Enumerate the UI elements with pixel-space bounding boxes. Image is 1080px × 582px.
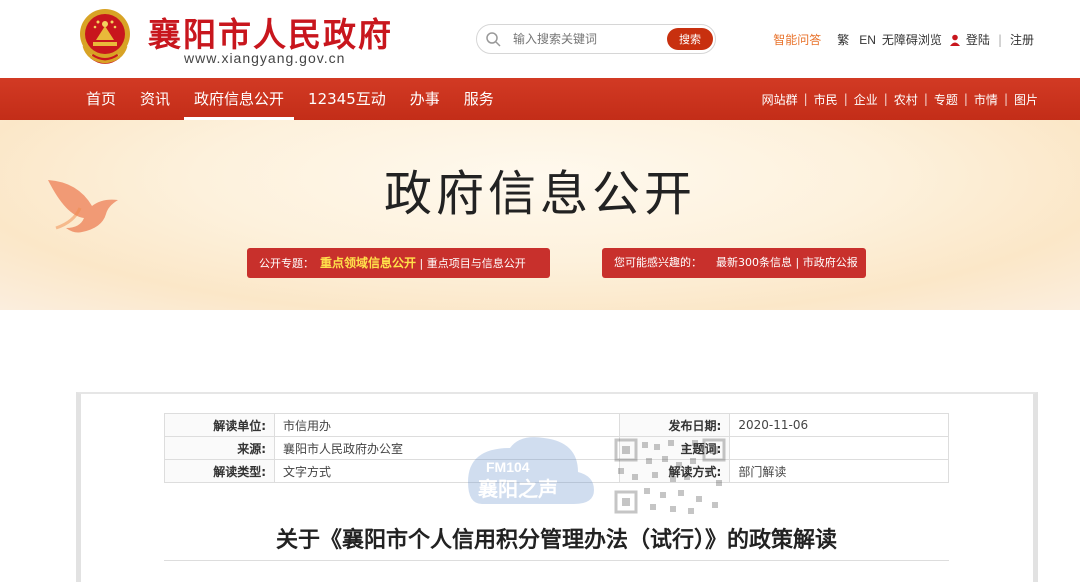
- topic-label: 公开专题：: [259, 257, 314, 270]
- qr-code-watermark: [614, 438, 726, 514]
- nav-separator: |: [803, 92, 808, 106]
- nav-secondary: 网站群 | 市民 | 企业 | 农村 | 专题 | 市情 | 图片: [762, 78, 1038, 120]
- site-header: 襄阳市人民政府 www.xiangyang.gov.cn 搜索 智能问答 繁 E…: [0, 0, 1080, 78]
- meta-key: 发布日期:: [619, 413, 731, 437]
- nav-item-home[interactable]: 首页: [86, 78, 116, 120]
- nav-item-services[interactable]: 服务: [464, 78, 494, 120]
- topic-rest-link[interactable]: | 重点项目与信息公开: [420, 257, 526, 270]
- meta-value: 部门解读: [729, 459, 949, 483]
- article-title: 关于《襄阳市个人信用积分管理办法（试行）》的政策解读: [275, 528, 837, 553]
- nav-separator: |: [1003, 92, 1008, 106]
- nav-link-site-group[interactable]: 网站群: [762, 91, 798, 108]
- meta-value: 2020-11-06: [729, 413, 949, 437]
- watermark-line2: 襄阳之声: [477, 477, 558, 501]
- search-button[interactable]: 搜索: [667, 28, 713, 50]
- traditional-chinese-link[interactable]: 繁: [837, 31, 849, 48]
- nav-primary: 首页 资讯 政府信息公开 12345互动 办事 服务: [86, 78, 518, 120]
- english-link[interactable]: EN: [859, 33, 876, 47]
- banner: 政府信息公开 公开专题： 重点领域信息公开 | 重点项目与信息公开 您可能感兴趣的…: [0, 120, 1080, 310]
- link-separator: |: [997, 32, 1002, 47]
- nav-link-business[interactable]: 企业: [854, 91, 878, 108]
- nav-item-news[interactable]: 资讯: [140, 78, 170, 120]
- nav-link-city-info[interactable]: 市情: [974, 91, 998, 108]
- interest-pill: 您可能感兴趣的： 最新300条信息 | 市政府公报: [602, 248, 866, 278]
- nav-separator: |: [843, 92, 848, 106]
- nav-link-topics[interactable]: 专题: [934, 91, 958, 108]
- nav-link-images[interactable]: 图片: [1014, 91, 1038, 108]
- title-divider: [164, 560, 949, 561]
- nav-separator: |: [883, 92, 888, 106]
- watermark-line1: FM104: [486, 459, 530, 475]
- nav-link-rural[interactable]: 农村: [894, 91, 918, 108]
- nav-link-citizens[interactable]: 市民: [814, 91, 838, 108]
- meta-value: [729, 436, 949, 460]
- national-emblem-icon[interactable]: [76, 6, 134, 68]
- search-icon: [486, 32, 501, 47]
- meta-key: 解读单位:: [164, 413, 275, 437]
- spacer: [0, 310, 1080, 390]
- accessibility-link[interactable]: 无障碍浏览: [882, 31, 942, 48]
- nav-separator: |: [963, 92, 968, 106]
- register-link[interactable]: 注册: [1010, 31, 1034, 48]
- top-links: 智能问答 繁 EN 无障碍浏览 登陆 | 注册: [773, 31, 1034, 48]
- banner-title: 政府信息公开: [383, 166, 696, 222]
- radio-watermark-logo: FM104 襄阳之声: [468, 437, 594, 504]
- interest-links[interactable]: 最新300条信息 | 市政府公报: [716, 256, 858, 269]
- nav-separator: |: [923, 92, 928, 106]
- nav-item-gov-info[interactable]: 政府信息公开: [184, 78, 295, 120]
- nav-item-services-affairs[interactable]: 办事: [410, 78, 440, 120]
- site-url: www.xiangyang.gov.cn: [184, 50, 346, 66]
- interest-label: 您可能感兴趣的：: [614, 256, 702, 269]
- search-input[interactable]: [513, 29, 663, 49]
- search-box: 搜索: [476, 24, 716, 54]
- ai-qa-link[interactable]: 智能问答: [773, 31, 821, 48]
- main-nav: 首页 资讯 政府信息公开 12345互动 办事 服务 网站群 | 市民 | 企业…: [0, 78, 1080, 120]
- meta-key: 来源:: [164, 436, 275, 460]
- nav-item-12345[interactable]: 12345互动: [308, 78, 386, 120]
- login-link[interactable]: 登陆: [966, 31, 990, 48]
- user-icon: [949, 34, 960, 46]
- site-name[interactable]: 襄阳市人民政府: [148, 8, 393, 56]
- topic-highlight-link[interactable]: 重点领域信息公开: [320, 256, 416, 270]
- topic-pill: 公开专题： 重点领域信息公开 | 重点项目与信息公开: [247, 248, 550, 278]
- meta-key: 解读类型:: [164, 459, 275, 483]
